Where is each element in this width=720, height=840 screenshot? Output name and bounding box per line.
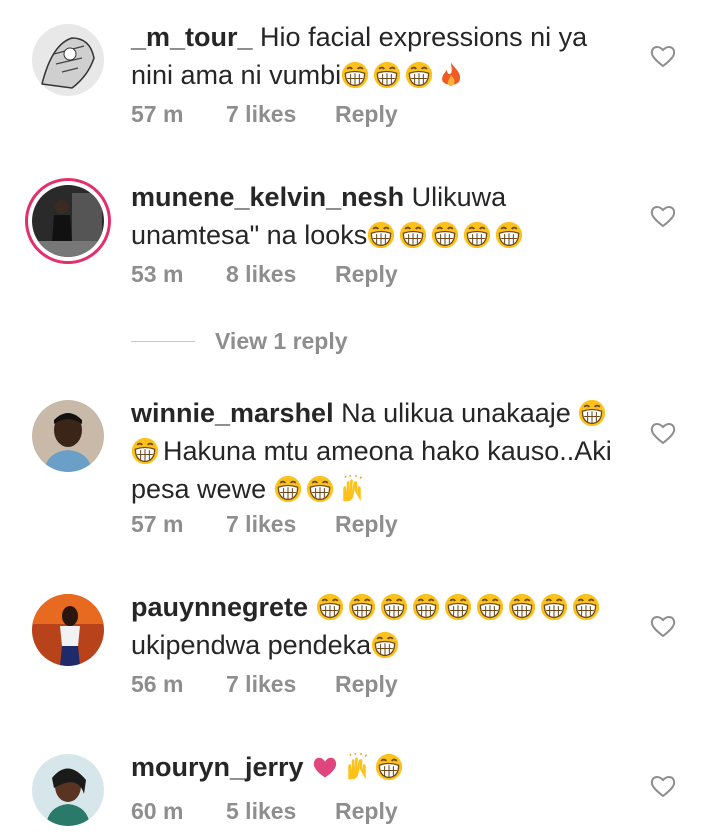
comment-username[interactable]: mouryn_jerry (131, 752, 304, 782)
view-replies-button[interactable]: View 1 reply (131, 328, 348, 355)
grinning-emoji-icon (444, 593, 472, 621)
grinning-emoji-icon (399, 221, 427, 249)
comment-likes[interactable]: 5 likes (226, 798, 296, 825)
avatar[interactable] (32, 594, 104, 666)
reply-button[interactable]: Reply (335, 101, 398, 128)
avatar-image (32, 185, 104, 257)
grinning-emoji-icon (375, 753, 403, 781)
comment-text: pauynnegrete ukipendwa pendeka (131, 588, 631, 664)
reply-button[interactable]: Reply (335, 798, 398, 825)
comment-time: 57 m (131, 511, 184, 537)
like-heart-icon[interactable] (650, 774, 676, 798)
grinning-emoji-icon (348, 593, 376, 621)
comment-username[interactable]: winnie_marshel (131, 398, 334, 428)
avatar[interactable] (25, 178, 111, 264)
comment-time: 57 m (131, 101, 184, 127)
grinning-emoji-icon (405, 61, 433, 89)
reply-button[interactable]: Reply (335, 261, 398, 288)
comment-username[interactable]: pauynnegrete (131, 592, 308, 622)
reply-button[interactable]: Reply (335, 511, 398, 538)
comment-time: 56 m (131, 671, 184, 697)
grinning-emoji-icon (380, 593, 408, 621)
grinning-emoji-icon (274, 475, 302, 503)
comment-likes[interactable]: 7 likes (226, 511, 296, 538)
comment-body: Hakuna mtu ameona hako kauso..Aki pesa w… (131, 436, 612, 504)
avatar[interactable] (32, 24, 104, 96)
avatar[interactable] (32, 754, 104, 826)
grinning-emoji-icon (578, 399, 606, 427)
comment-body: ukipendwa pendeka (131, 630, 372, 660)
grinning-emoji-icon (495, 221, 523, 249)
raised-hands-emoji-icon (343, 753, 371, 781)
comment-likes[interactable]: 8 likes (226, 261, 296, 288)
comment-text: munene_kelvin_nesh Ulikuwa unamtesa" na … (131, 178, 631, 254)
grinning-emoji-icon (431, 221, 459, 249)
comment-likes[interactable]: 7 likes (226, 101, 296, 128)
avatar-image (32, 400, 104, 472)
grinning-emoji-icon (540, 593, 568, 621)
grinning-emoji-icon (463, 221, 491, 249)
grinning-emoji-icon (373, 61, 401, 89)
heart-emoji-icon (311, 753, 339, 781)
divider-line (131, 341, 195, 342)
grinning-emoji-icon (476, 593, 504, 621)
comment-username[interactable]: _m_tour_ (131, 22, 253, 52)
avatar-image (32, 594, 104, 666)
grinning-emoji-icon (131, 437, 159, 465)
grinning-emoji-icon (412, 593, 440, 621)
fire-emoji-icon (437, 61, 465, 89)
grinning-emoji-icon (371, 631, 399, 659)
comment-likes[interactable]: 7 likes (226, 671, 296, 698)
comment-username[interactable]: munene_kelvin_nesh (131, 182, 404, 212)
comment-text: winnie_marshel Na ulikua unakaaje Hakuna… (131, 394, 631, 508)
grinning-emoji-icon (572, 593, 600, 621)
grinning-emoji-icon (367, 221, 395, 249)
avatar-image (32, 24, 104, 96)
reply-button[interactable]: Reply (335, 671, 398, 698)
grinning-emoji-icon (508, 593, 536, 621)
grinning-emoji-icon (316, 593, 344, 621)
comment-text: mouryn_jerry (131, 748, 631, 786)
comment-body: Na ulikua unakaaje (333, 398, 579, 428)
like-heart-icon[interactable] (650, 44, 676, 68)
like-heart-icon[interactable] (650, 204, 676, 228)
comment-text: _m_tour_ Hio facial expressions ni ya ni… (131, 18, 631, 94)
raised-hands-emoji-icon (338, 475, 366, 503)
like-heart-icon[interactable] (650, 421, 676, 445)
avatar-image (32, 754, 104, 826)
view-replies-label: View 1 reply (215, 328, 348, 354)
comment-time: 60 m (131, 798, 184, 824)
comment-time: 53 m (131, 261, 184, 287)
like-heart-icon[interactable] (650, 614, 676, 638)
grinning-emoji-icon (306, 475, 334, 503)
avatar[interactable] (32, 400, 104, 472)
grinning-emoji-icon (341, 61, 369, 89)
